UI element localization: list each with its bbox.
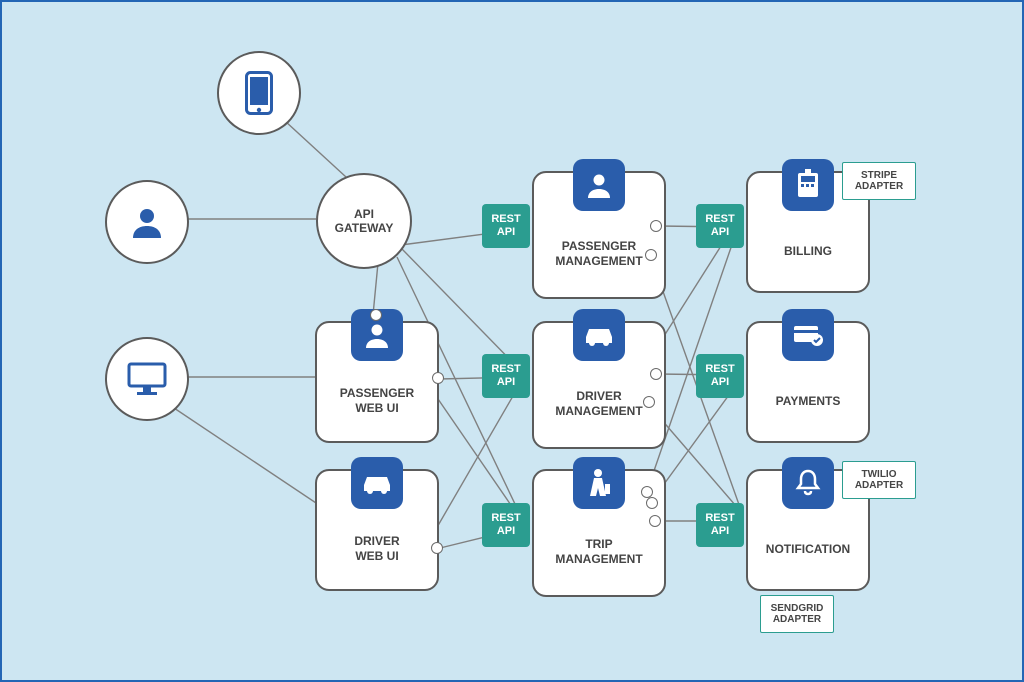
user-icon <box>130 205 164 239</box>
passenger-web-ui: PASSENGER WEB UI <box>315 321 439 443</box>
rest-api-tag: REST API <box>696 204 744 248</box>
rest-api-tag: REST API <box>696 354 744 398</box>
service-label: PASSENGER WEB UI <box>334 361 420 441</box>
card-check-icon <box>782 309 834 361</box>
service-label: DRIVER MANAGEMENT <box>549 361 648 447</box>
port-dot <box>650 220 662 232</box>
bell-icon <box>782 457 834 509</box>
port-dot <box>432 372 444 384</box>
rest-api-tag: REST API <box>696 503 744 547</box>
twilio-adapter: TWILIO ADAPTER <box>842 461 916 499</box>
rest-api-tag: REST API <box>482 204 530 248</box>
user-icon <box>573 159 625 211</box>
port-dot <box>370 309 382 321</box>
port-dot <box>431 542 443 554</box>
service-label: TRIP MANAGEMENT <box>549 509 648 595</box>
user-client <box>105 180 189 264</box>
port-dot <box>645 249 657 261</box>
monitor-icon <box>127 362 167 396</box>
traveler-icon <box>573 457 625 509</box>
port-dot <box>649 515 661 527</box>
driver-web-ui: DRIVER WEB UI <box>315 469 439 591</box>
api-gateway-label: API GATEWAY <box>335 207 394 236</box>
port-dot <box>641 486 653 498</box>
rest-api-tag: REST API <box>482 354 530 398</box>
architecture-diagram: API GATEWAY PASSENGER WEB UI DRIVER WEB … <box>0 0 1024 682</box>
service-label: BILLING <box>778 211 838 291</box>
passenger-management: PASSENGER MANAGEMENT <box>532 171 666 299</box>
desktop-client <box>105 337 189 421</box>
api-gateway: API GATEWAY <box>316 173 412 269</box>
stripe-adapter: STRIPE ADAPTER <box>842 162 916 200</box>
sendgrid-adapter: SENDGRID ADAPTER <box>760 595 834 633</box>
rest-api-tag: REST API <box>482 503 530 547</box>
service-label: PASSENGER MANAGEMENT <box>549 211 648 297</box>
car-icon <box>573 309 625 361</box>
service-label: NOTIFICATION <box>760 509 856 589</box>
port-dot <box>646 497 658 509</box>
service-label: PAYMENTS <box>770 361 847 441</box>
driver-management: DRIVER MANAGEMENT <box>532 321 666 449</box>
payments: PAYMENTS <box>746 321 870 443</box>
mobile-client <box>217 51 301 135</box>
service-label: DRIVER WEB UI <box>348 509 405 589</box>
car-icon <box>351 457 403 509</box>
pos-terminal-icon <box>782 159 834 211</box>
port-dot <box>650 368 662 380</box>
port-dot <box>643 396 655 408</box>
phone-icon <box>245 71 273 115</box>
